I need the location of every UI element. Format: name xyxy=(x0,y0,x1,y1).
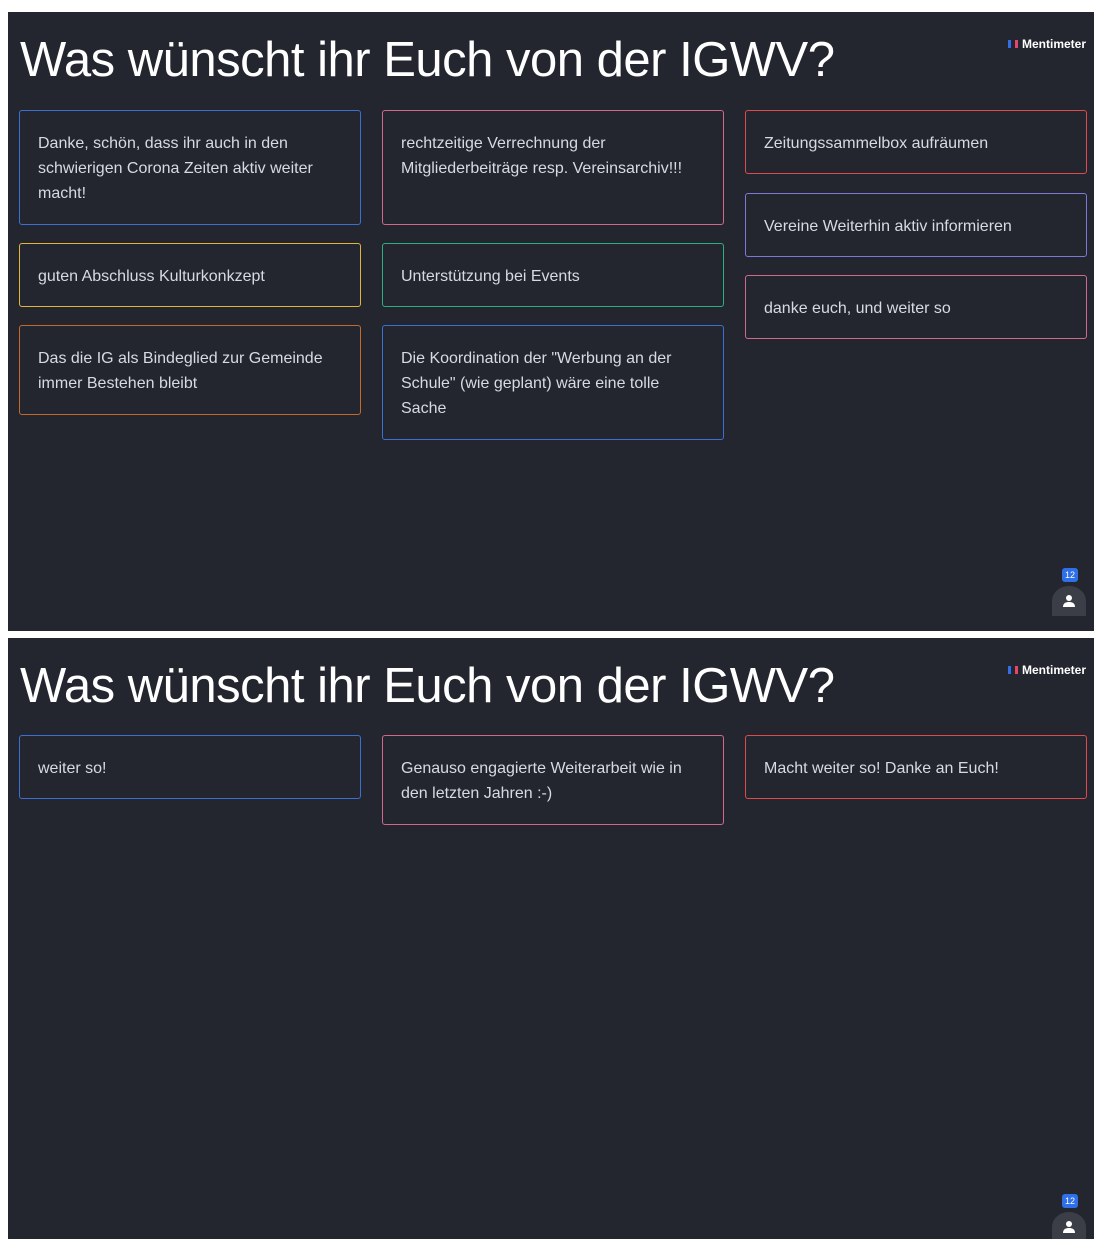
mentimeter-logo-icon xyxy=(1007,40,1018,48)
response-card: Zeitungssammelbox aufräumen xyxy=(745,110,1087,174)
response-card: rechtzeitige Verrechnung der Mitgliederb… xyxy=(382,110,724,225)
mentimeter-logo-icon xyxy=(1007,666,1018,674)
response-card: Vereine Weiterhin aktiv informieren xyxy=(745,193,1087,257)
slide-title: Was wünscht ihr Euch von der IGWV? xyxy=(20,33,835,87)
brand-label: Mentimeter xyxy=(1021,663,1086,677)
mentimeter-brand: Mentimeter xyxy=(1007,37,1086,51)
person-icon xyxy=(1052,586,1086,616)
response-card: Danke, schön, dass ihr auch in den schwi… xyxy=(19,110,361,225)
slide-1: Was wünscht ihr Euch von der IGWV? Menti… xyxy=(8,12,1094,631)
mentimeter-brand: Mentimeter xyxy=(1007,663,1086,677)
slide-2: Was wünscht ihr Euch von der IGWV? Menti… xyxy=(8,638,1094,1239)
response-card: weiter so! xyxy=(19,735,361,799)
participant-counter[interactable]: 12 xyxy=(1052,1194,1086,1239)
participant-counter[interactable]: 12 xyxy=(1052,568,1086,616)
response-card: Die Koordination der "Werbung an der Sch… xyxy=(382,325,724,440)
response-card: Macht weiter so! Danke an Euch! xyxy=(745,735,1087,799)
brand-label: Mentimeter xyxy=(1021,37,1086,51)
response-card: guten Abschluss Kulturkonkzept xyxy=(19,243,361,307)
response-card: danke euch, und weiter so xyxy=(745,275,1087,339)
slide-title: Was wünscht ihr Euch von der IGWV? xyxy=(20,659,835,713)
person-icon xyxy=(1052,1212,1086,1239)
response-card: Genauso engagierte Weiterarbeit wie in d… xyxy=(382,735,724,825)
participant-count-badge: 12 xyxy=(1062,568,1078,582)
response-card: Unterstützung bei Events xyxy=(382,243,724,307)
participant-count-badge: 12 xyxy=(1062,1194,1078,1208)
response-card: Das die IG als Bindeglied zur Gemeinde i… xyxy=(19,325,361,415)
